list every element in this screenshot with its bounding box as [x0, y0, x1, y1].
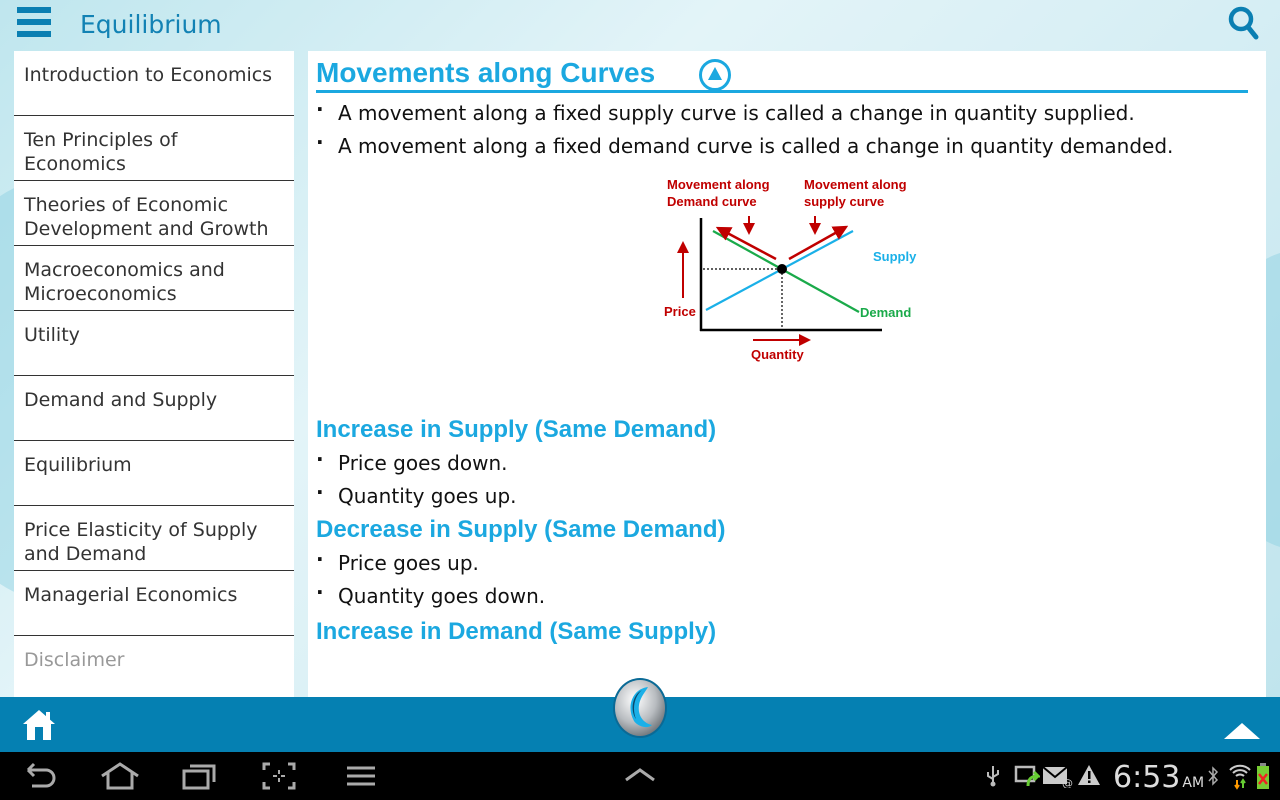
usb-icon: [985, 764, 1001, 793]
subsection-bullet-list: Price goes down. Quantity goes up.: [316, 443, 1248, 513]
home-icon[interactable]: [22, 709, 56, 746]
system-navigation-bar: @ 6:53 AM: [0, 752, 1280, 800]
sidebar-item-managerial[interactable]: Managerial Economics: [14, 571, 294, 636]
back-icon[interactable]: [24, 762, 58, 795]
bullet-item: Quantity goes down.: [316, 576, 1248, 613]
section-header: Movements along Curves: [316, 51, 1248, 93]
bullet-item: A movement along a fixed demand curve is…: [316, 126, 1248, 163]
sidebar-item-theories-development[interactable]: Theories of Economic Development and Gro…: [14, 181, 294, 246]
clock-ampm: AM: [1182, 775, 1205, 791]
label-supply-move-1: Movement along: [804, 177, 907, 192]
battery-icon: [1256, 762, 1270, 795]
page-title: Equilibrium: [80, 10, 222, 39]
demand-movement-arrow: [715, 226, 777, 261]
warning-icon: [1077, 764, 1101, 791]
supply-label: Supply: [873, 249, 917, 264]
sidebar-item-ten-principles[interactable]: Ten Principles of Economics: [14, 116, 294, 181]
bullet-item: Price goes down.: [316, 443, 1248, 480]
subsection-title-increase-demand: Increase in Demand (Same Supply): [316, 618, 717, 645]
bullet-item: Price goes up.: [316, 543, 1248, 580]
email-icon: @: [1042, 764, 1074, 793]
equilibrium-point: [777, 264, 787, 274]
bullet-item: A movement along a fixed supply curve is…: [316, 93, 1248, 130]
supply-demand-diagram: Movement along Demand curve Movement alo…: [664, 177, 917, 362]
sidebar-item-introduction[interactable]: Introduction to Economics: [14, 51, 294, 116]
bluetooth-icon: [1207, 766, 1219, 791]
quantity-axis-label: Quantity: [751, 347, 804, 362]
expand-notifications-icon[interactable]: [624, 768, 656, 787]
intro-bullet-list: A movement along a fixed supply curve is…: [316, 93, 1248, 163]
demand-label: Demand: [860, 305, 911, 320]
sidebar-item-disclaimer[interactable]: Disclaimer: [14, 636, 294, 697]
label-demand-move-2: Demand curve: [667, 194, 757, 209]
scroll-up-icon[interactable]: [1224, 723, 1260, 744]
sidebar-topic-list[interactable]: Introduction to Economics Ten Principles…: [14, 51, 294, 697]
sidebar-item-price-elasticity[interactable]: Price Elasticity of Supply and Demand: [14, 506, 294, 571]
svg-text:@: @: [1062, 777, 1073, 788]
status-clock: 6:53 AM: [1113, 760, 1204, 795]
label-demand-move-1: Movement along: [667, 177, 770, 192]
nav-home-icon[interactable]: [100, 762, 140, 795]
subsection-bullet-list: Price goes up. Quantity goes down.: [316, 543, 1248, 613]
hamburger-menu-icon[interactable]: [17, 7, 51, 40]
screenshot-icon[interactable]: [262, 762, 296, 795]
sidebar-item-utility[interactable]: Utility: [14, 311, 294, 376]
label-supply-move-2: supply curve: [804, 194, 884, 209]
app-logo-icon[interactable]: [612, 677, 668, 739]
bottom-app-bar: [0, 678, 1280, 752]
collapse-up-icon[interactable]: [699, 58, 732, 91]
recent-apps-icon[interactable]: [182, 762, 218, 795]
app-bar: Equilibrium: [0, 0, 1280, 50]
bullet-item: Quantity goes up.: [316, 476, 1248, 513]
wifi-icon: [1228, 762, 1252, 795]
clock-time: 6:53: [1113, 760, 1181, 795]
sidebar-item-macro-micro[interactable]: Macroeconomics and Microeconomics: [14, 246, 294, 311]
section-title: Movements along Curves: [316, 56, 656, 88]
search-icon[interactable]: [1228, 6, 1260, 42]
sidebar-item-demand-supply[interactable]: Demand and Supply: [14, 376, 294, 441]
sync-icon: [1014, 764, 1042, 793]
sidebar-item-equilibrium[interactable]: Equilibrium: [14, 441, 294, 506]
supply-movement-arrow: [788, 225, 849, 261]
price-axis-label: Price: [664, 304, 696, 319]
movement-diagram: Movement along Demand curve Movement alo…: [316, 163, 1248, 413]
menu-icon[interactable]: [346, 762, 376, 795]
content-panel[interactable]: Movements along Curves A movement along …: [308, 51, 1266, 697]
subsection-title-decrease-supply: Decrease in Supply (Same Demand): [316, 516, 726, 543]
subsection-title-increase-supply: Increase in Supply (Same Demand): [316, 416, 717, 443]
